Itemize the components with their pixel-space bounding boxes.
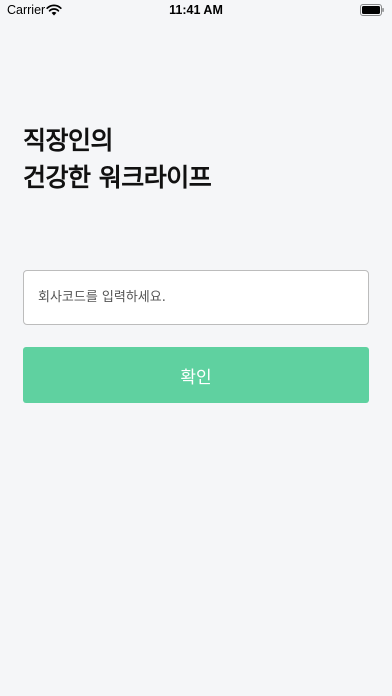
- company-code-input[interactable]: [23, 270, 369, 325]
- battery-icon: [360, 4, 384, 16]
- confirm-button[interactable]: 확인: [23, 347, 369, 403]
- headline-line-2: 건강한 워크라이프: [23, 163, 212, 192]
- headline-line-1: 직장인의: [23, 126, 114, 155]
- status-bar: Carrier 11:41 AM: [0, 0, 392, 22]
- status-time: 11:41 AM: [169, 3, 223, 17]
- headline: 직장인의 건강한 워크라이프: [23, 122, 212, 196]
